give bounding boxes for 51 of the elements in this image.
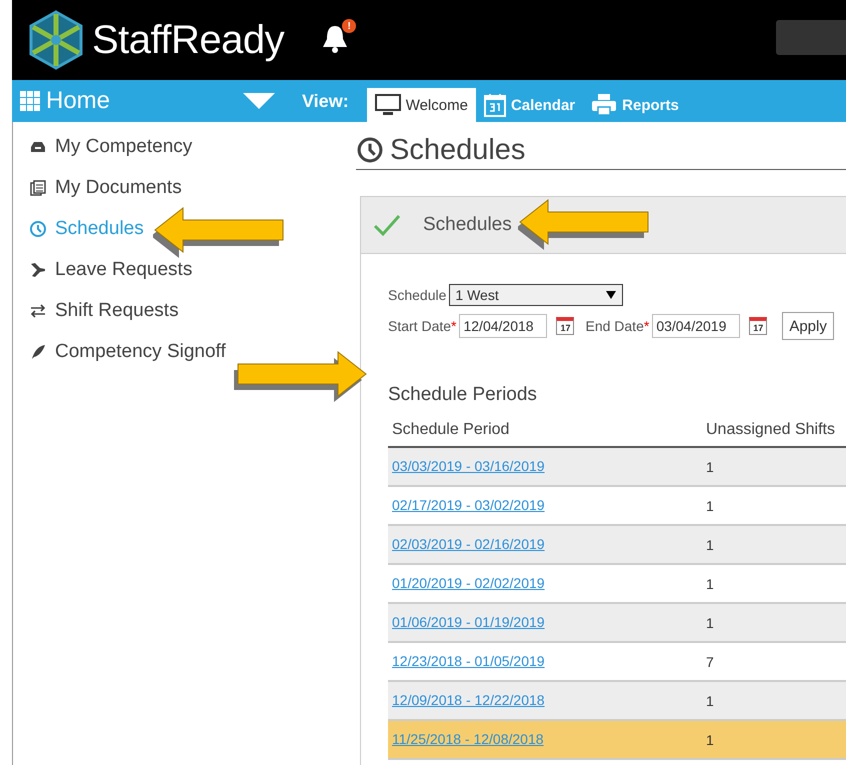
sidebar-item[interactable]: Shift Requests — [29, 298, 179, 323]
printer-icon — [591, 93, 618, 117]
clock-icon — [29, 220, 47, 238]
dropdown-caret-icon[interactable] — [243, 93, 275, 109]
table-cell-text: 1 — [705, 458, 715, 474]
clock-icon — [356, 136, 384, 164]
apply-button[interactable]: Apply — [782, 312, 834, 340]
calendar-button[interactable]: 17 — [749, 317, 768, 335]
swap-icon — [29, 302, 47, 320]
table-cell-text: 1 — [705, 614, 715, 630]
table-row[interactable]: 12/09/2018 - 12/22/2018 1 — [388, 682, 846, 721]
end-date-label: End Date* — [585, 318, 650, 334]
section-title: Schedule Periods — [388, 384, 538, 406]
sidebar-item[interactable]: My Documents — [29, 175, 182, 200]
table-cell-text: 7 — [705, 654, 715, 670]
schedule-label: Schedule — [388, 287, 446, 303]
logo-icon — [28, 10, 84, 70]
start-date-label: Start Date* — [388, 318, 456, 334]
schedule-select[interactable]: 1 West — [449, 284, 624, 306]
page-title: Schedules — [390, 134, 526, 166]
feather-icon — [29, 342, 47, 360]
sidebar-item[interactable]: Competency Signoff — [29, 339, 226, 364]
plane-icon — [29, 260, 47, 278]
table-cell-text: 1 — [705, 732, 715, 748]
view-label: View: — [302, 90, 349, 112]
check-icon — [373, 213, 401, 237]
table-row[interactable]: 11/25/2018 - 12/08/2018 1 — [388, 721, 846, 760]
table-cell-text: 1 — [705, 498, 715, 514]
header-field[interactable] — [776, 20, 846, 55]
sidebar-item[interactable]: My Competency — [29, 134, 192, 159]
calendar-icon — [484, 93, 506, 117]
end-date-field[interactable]: 03/04/2019 — [652, 314, 740, 338]
view-tab[interactable]: Welcome — [366, 88, 476, 122]
caret-icon — [606, 291, 616, 299]
notification-badge: ! — [342, 19, 356, 33]
start-date-field[interactable]: 12/04/2018 — [459, 314, 548, 338]
column-header: Unassigned Shifts — [705, 421, 836, 439]
sidebar-item[interactable]: Leave Requests — [29, 257, 192, 282]
brand-name: StaffReady — [92, 18, 284, 62]
table-row[interactable]: 01/06/2019 - 01/19/2019 1 — [388, 604, 846, 643]
documents-icon — [29, 178, 47, 196]
table-cell-text: 1 — [705, 576, 715, 592]
table-row[interactable]: 02/03/2019 - 02/16/2019 1 — [388, 526, 846, 565]
calendar-button[interactable]: 17 — [556, 317, 574, 335]
table-cell-text: 1 — [705, 692, 715, 708]
monitor-icon — [374, 94, 401, 116]
table-row[interactable]: 03/03/2019 - 03/16/2019 1 — [388, 448, 846, 487]
panel-title: Schedules — [423, 214, 512, 236]
grid-icon — [20, 91, 40, 111]
table-cell-text: 1 — [705, 536, 715, 552]
column-header: Schedule Period — [391, 421, 510, 439]
